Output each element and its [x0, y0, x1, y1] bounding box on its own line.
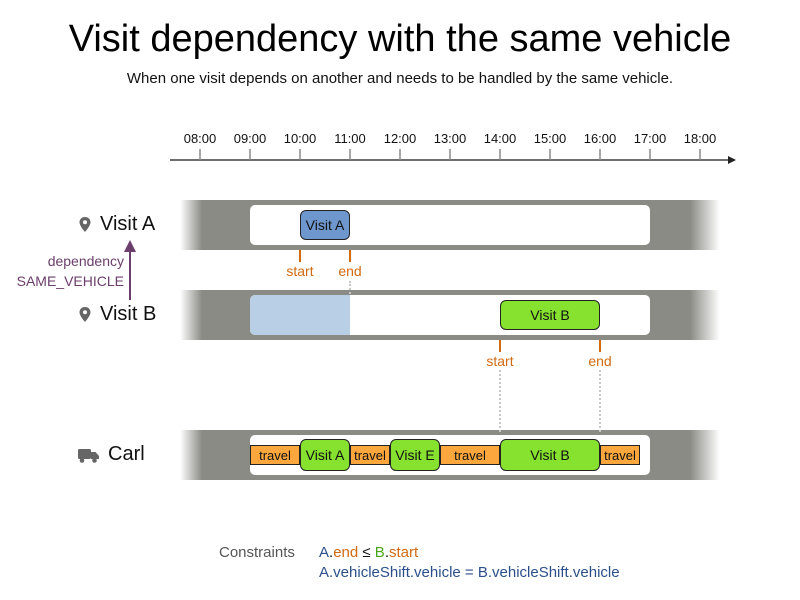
axis-tick-label: 08:00 [184, 131, 217, 146]
constraint-line-1: A.end ≤ B.start [319, 544, 418, 561]
lane-carl: travel Visit A travel Visit E travel Visit B t… [180, 430, 720, 480]
axis-tick-label: 10:00 [284, 131, 317, 146]
axis-tick-label: 17:00 [634, 131, 667, 146]
row-label-carl: Carl [78, 443, 145, 466]
time-marker-start: start [286, 263, 314, 279]
guide-line [499, 370, 501, 432]
visit-b-block[interactable]: Visit B [500, 300, 600, 330]
row-label-text: Visit B [100, 303, 157, 325]
truck-icon [78, 448, 99, 463]
travel-segment-label: travel [354, 447, 386, 463]
constraint-line-2: A.vehicleShift.vehicle = B.vehicleShift.… [319, 564, 620, 581]
axis-tick-label: 15:00 [534, 131, 567, 146]
travel-segment[interactable]: travel [250, 445, 300, 465]
blocked-range [250, 295, 350, 335]
axis-tick-label: 16:00 [584, 131, 617, 146]
visit-a-block[interactable]: Visit A [300, 210, 350, 240]
visit-segment-visit-b-label: Visit B [530, 447, 570, 463]
time-window: Visit A [250, 205, 650, 245]
travel-segment-label: travel [604, 447, 636, 463]
visit-b-block-label: Visit B [530, 307, 570, 323]
constraint-b: B [374, 544, 385, 561]
visit-segment-visit-b[interactable]: Visit B [500, 439, 600, 471]
constraints-label: Constraints [219, 544, 295, 561]
time-window: Visit B [250, 295, 650, 335]
time-marker [499, 340, 501, 352]
row-label-visit-a: Visit A [78, 213, 155, 236]
time-marker-end: end [588, 353, 612, 369]
lane-visit-b: Visit B [180, 290, 720, 340]
visit-segment-visit-e[interactable]: Visit E [390, 439, 440, 471]
map-pin-icon [79, 306, 91, 322]
dependency-label: dependency SAME_VEHICLE [17, 251, 124, 291]
travel-segment[interactable]: travel [440, 445, 500, 465]
visit-segment-visit-e-label: Visit E [395, 447, 435, 463]
axis-tick-label: 09:00 [234, 131, 267, 146]
constraint-operator: ≤ [358, 544, 375, 561]
travel-segment[interactable]: travel [600, 445, 640, 465]
lane-visit-a: Visit A [180, 200, 720, 250]
axis-tick-label: 14:00 [484, 131, 517, 146]
time-marker-start: start [486, 353, 514, 369]
travel-segment-label: travel [259, 447, 291, 463]
constraint-a: A [319, 544, 330, 561]
time-marker [299, 250, 301, 262]
constraint-end: end [333, 544, 359, 561]
constraint-start: start [388, 544, 419, 561]
row-label-visit-b: Visit B [78, 303, 156, 326]
time-marker [349, 250, 351, 262]
map-pin-icon [79, 216, 91, 232]
travel-segment[interactable]: travel [350, 445, 390, 465]
row-label-text: Visit A [100, 213, 156, 235]
travel-segment-label: travel [454, 447, 486, 463]
visit-segment-visit-a-label: Visit A [305, 447, 345, 463]
axis-tick-label: 11:00 [334, 131, 366, 146]
time-axis: 08:00 09:00 10:00 11:00 12:00 13:00 14:00 15:00… [170, 131, 736, 164]
axis-tick-label: 12:00 [384, 131, 417, 146]
visit-a-block-label: Visit A [305, 217, 345, 233]
row-label-text: Carl [108, 443, 145, 465]
dependency-label-line2: SAME_VEHICLE [16, 273, 124, 289]
time-marker-end: end [338, 263, 362, 279]
guide-line [599, 370, 601, 432]
time-marker [599, 340, 601, 352]
axis-tick-label: 18:00 [684, 131, 717, 146]
time-axis-arrow-icon [728, 156, 736, 164]
dependency-arrow-icon [124, 240, 136, 300]
axis-tick-label: 13:00 [434, 131, 467, 146]
visit-segment-visit-a[interactable]: Visit A [300, 439, 350, 471]
time-window: travel Visit A travel Visit E travel Visit B t… [250, 435, 650, 475]
dependency-label-line1: dependency [47, 253, 124, 269]
